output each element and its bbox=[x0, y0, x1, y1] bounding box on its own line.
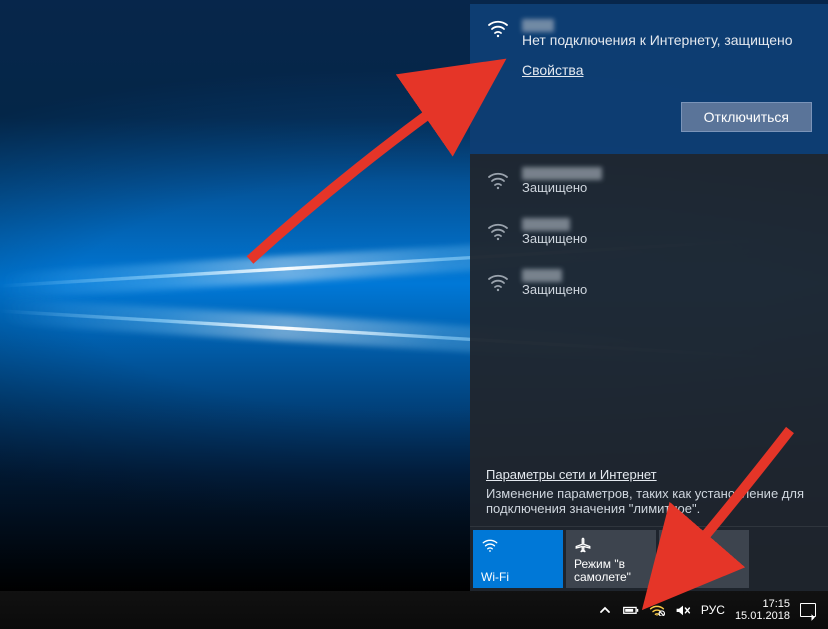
volume-muted-icon[interactable] bbox=[675, 602, 691, 618]
tile-airplane-mode[interactable]: Режим "в самолете" bbox=[566, 530, 656, 588]
action-center-icon[interactable] bbox=[800, 602, 816, 618]
quick-action-tiles: Wi-Fi Режим "в самолете" Мобильный хот-с… bbox=[470, 526, 828, 591]
system-tray: РУС 17:15 15.01.2018 bbox=[585, 591, 828, 629]
network-flyout: Нет подключения к Интернету, защищено Св… bbox=[470, 4, 828, 591]
wifi-icon bbox=[481, 536, 499, 554]
input-language-indicator[interactable]: РУС bbox=[701, 602, 725, 618]
network-tray-icon[interactable] bbox=[649, 602, 665, 618]
network-item[interactable]: Защищено bbox=[470, 256, 828, 307]
wifi-icon bbox=[486, 270, 510, 294]
wifi-icon bbox=[486, 16, 510, 40]
network-item-current[interactable]: Нет подключения к Интернету, защищено Св… bbox=[470, 4, 828, 154]
tile-label: Мобильный хот-спот bbox=[667, 558, 741, 584]
network-properties-link[interactable]: Свойства bbox=[522, 62, 812, 78]
tray-time: 17:15 bbox=[735, 598, 790, 610]
network-settings-desc: Изменение параметров, таких как установл… bbox=[486, 486, 812, 516]
tile-label: Wi-Fi bbox=[481, 571, 555, 584]
network-settings-link[interactable]: Параметры сети и Интернет bbox=[486, 467, 812, 482]
wifi-icon bbox=[486, 168, 510, 192]
network-item[interactable]: Защищено bbox=[470, 154, 828, 205]
network-status: Защищено bbox=[522, 282, 587, 297]
tile-wifi[interactable]: Wi-Fi bbox=[473, 530, 563, 588]
tile-label: Режим "в самолете" bbox=[574, 558, 648, 584]
network-status: Защищено bbox=[522, 231, 587, 246]
disconnect-button[interactable]: Отключиться bbox=[681, 102, 812, 132]
tray-overflow-button[interactable] bbox=[597, 602, 613, 618]
tile-mobile-hotspot[interactable]: Мобильный хот-спот bbox=[659, 530, 749, 588]
taskbar: РУС 17:15 15.01.2018 bbox=[0, 591, 828, 629]
battery-icon[interactable] bbox=[623, 602, 639, 618]
tray-date: 15.01.2018 bbox=[735, 610, 790, 622]
tray-clock[interactable]: 17:15 15.01.2018 bbox=[735, 598, 790, 622]
airplane-icon bbox=[574, 536, 592, 554]
network-status: Нет подключения к Интернету, защищено bbox=[522, 32, 793, 48]
network-settings-block: Параметры сети и Интернет Изменение пара… bbox=[470, 467, 828, 526]
network-list: Защищено Защищено bbox=[470, 154, 828, 307]
wifi-icon bbox=[486, 219, 510, 243]
network-status: Защищено bbox=[522, 180, 602, 195]
hotspot-icon bbox=[667, 536, 685, 554]
network-item[interactable]: Защищено bbox=[470, 205, 828, 256]
